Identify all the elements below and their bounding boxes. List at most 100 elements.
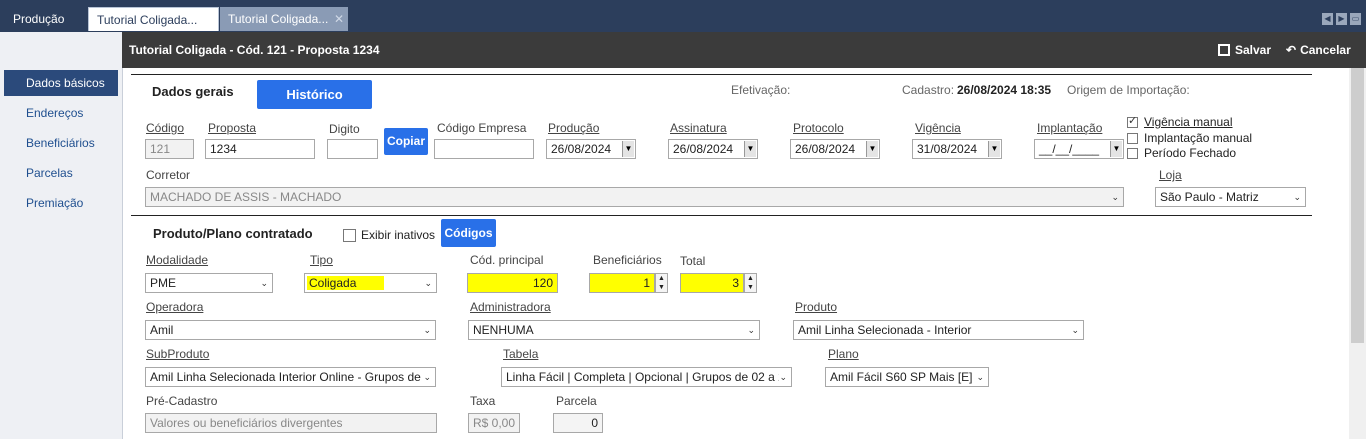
tab-label: Tutorial Coligada...	[228, 12, 329, 26]
proposta-field[interactable]: 1234	[205, 139, 315, 159]
sidebar-item-dados-basicos[interactable]: Dados básicos	[4, 70, 118, 96]
implantacao-label: Implantação	[1037, 121, 1103, 135]
producao-date-value: 26/08/2024	[551, 142, 612, 156]
tabela-label: Tabela	[503, 347, 539, 361]
historico-button[interactable]: Histórico	[257, 80, 372, 109]
window-titlebar: Tutorial Coligada - Cód. 121 - Proposta …	[122, 32, 1366, 68]
scroll-right-icon[interactable]: ▶	[1336, 13, 1347, 25]
modalidade-select[interactable]: PME ⌄	[145, 273, 273, 293]
cod-principal-field[interactable]: 120	[467, 273, 558, 293]
calendar-dropdown-icon[interactable]: ▼	[866, 141, 878, 157]
sidebar-item-parcelas[interactable]: Parcelas	[4, 160, 118, 186]
window-list-icon[interactable]: ▭	[1350, 13, 1361, 25]
parcela-label: Parcela	[556, 394, 597, 408]
protocolo-label: Protocolo	[793, 121, 844, 135]
tab-tutorial-coligada-active[interactable]: Tutorial Coligada...	[88, 7, 219, 31]
administradora-select[interactable]: NENHUMA ⌄	[468, 320, 760, 340]
vigencia-date-value: 31/08/2024	[917, 142, 978, 156]
calendar-dropdown-icon[interactable]: ▼	[744, 141, 756, 157]
plano-select[interactable]: Amil Fácil S60 SP Mais [E] ⌄	[825, 367, 989, 387]
save-label: Salvar	[1235, 43, 1272, 57]
cod-principal-label: Cód. principal	[470, 253, 544, 267]
vigencia-manual-checkbox[interactable]	[1127, 114, 1138, 128]
vigencia-date-field[interactable]: 31/08/2024 ▼	[912, 139, 1002, 159]
chevron-down-icon: ⌄	[747, 325, 755, 335]
taxa-field[interactable]: R$ 0,00	[468, 413, 520, 433]
exibir-inativos-label: Exibir inativos	[361, 228, 436, 242]
calendar-dropdown-icon[interactable]: ▼	[988, 141, 1000, 157]
subproduto-select[interactable]: Amil Linha Selecionada Interior Online -…	[145, 367, 436, 387]
implantacao-date-field[interactable]: __/__/____ ▼	[1034, 139, 1124, 159]
corretor-select[interactable]: MACHADO DE ASSIS - MACHADO ⌄	[145, 187, 1124, 207]
periodo-fechado-checkbox[interactable]	[1127, 148, 1138, 159]
chevron-down-icon: ⌄	[1293, 192, 1301, 202]
codigos-button[interactable]: Códigos	[441, 219, 496, 247]
total-label: Total	[680, 254, 706, 268]
sidebar-item-premiacao[interactable]: Premiação	[4, 190, 118, 216]
cadastro-label: Cadastro:	[902, 83, 955, 97]
cancel-button[interactable]: ↶ Cancelar	[1286, 41, 1351, 59]
tab-tutorial-coligada[interactable]: Tutorial Coligada... ✕	[220, 7, 348, 31]
chevron-down-icon: ⌄	[976, 372, 984, 382]
save-icon	[1218, 44, 1230, 56]
operadora-label: Operadora	[146, 300, 204, 314]
beneficiarios-field[interactable]: 1	[589, 273, 655, 293]
subproduto-label: SubProduto	[146, 347, 210, 361]
subproduto-value: Amil Linha Selecionada Interior Online -…	[150, 370, 421, 384]
codigo-field[interactable]: 121	[145, 139, 194, 159]
operadora-value: Amil	[150, 323, 174, 337]
tipo-select[interactable]: Coligada ⌄	[304, 273, 437, 293]
calendar-dropdown-icon[interactable]: ▼	[622, 141, 634, 157]
chevron-down-icon: ⌄	[423, 368, 431, 386]
cadastro-value: 26/08/2024 18:35	[957, 83, 1052, 97]
implantacao-manual-checkbox[interactable]	[1127, 133, 1138, 144]
scrollbar-thumb[interactable]	[1351, 68, 1364, 343]
tab-producao[interactable]: Produção	[5, 7, 72, 31]
precadastro-label: Pré-Cadastro	[146, 394, 218, 408]
efetivacao-label: Efetivação:	[731, 83, 791, 97]
administradora-value: NENHUMA	[473, 323, 534, 337]
chevron-down-icon: ⌄	[1111, 192, 1119, 202]
precadastro-field[interactable]: Valores ou beneficiários divergentes	[145, 413, 437, 433]
sidebar-item-enderecos[interactable]: Endereços	[4, 100, 118, 126]
plano-value: Amil Fácil S60 SP Mais [E]	[830, 370, 973, 384]
codigo-empresa-field[interactable]	[434, 139, 534, 159]
assinatura-label: Assinatura	[670, 121, 727, 135]
corretor-label: Corretor	[146, 168, 191, 182]
calendar-dropdown-icon[interactable]: ▼	[1110, 141, 1122, 157]
digito-field[interactable]	[327, 139, 378, 159]
plano-label: Plano	[828, 347, 859, 361]
save-button[interactable]: Salvar	[1218, 41, 1271, 59]
total-field[interactable]: 3	[680, 273, 744, 293]
produto-value: Amil Linha Selecionada - Interior	[798, 323, 972, 337]
divider	[131, 215, 1312, 216]
protocolo-date-field[interactable]: 26/08/2024 ▼	[790, 139, 880, 159]
loja-select[interactable]: São Paulo - Matriz ⌄	[1155, 187, 1306, 207]
implantacao-date-value: __/__/____	[1039, 142, 1100, 156]
tipo-value: Coligada	[307, 276, 385, 290]
close-icon[interactable]: ✕	[334, 7, 344, 31]
vigencia-label: Vigência	[915, 121, 961, 135]
copiar-button[interactable]: Copiar	[384, 128, 428, 155]
section-title-produto-plano: Produto/Plano contratado	[153, 226, 313, 241]
loja-label: Loja	[1159, 168, 1182, 182]
modalidade-value: PME	[150, 276, 177, 290]
protocolo-date-value: 26/08/2024	[795, 142, 856, 156]
periodo-fechado-label: Período Fechado	[1144, 146, 1237, 160]
assinatura-date-value: 26/08/2024	[673, 142, 734, 156]
chevron-down-icon: ⌄	[779, 368, 787, 386]
total-stepper[interactable]: ▲ ▼	[744, 273, 757, 293]
operadora-select[interactable]: Amil ⌄	[145, 320, 436, 340]
assinatura-date-field[interactable]: 26/08/2024 ▼	[668, 139, 758, 159]
parcela-field[interactable]: 0	[553, 413, 603, 433]
producao-date-field[interactable]: 26/08/2024 ▼	[546, 139, 636, 159]
tabela-select[interactable]: Linha Fácil | Completa | Opcional | Grup…	[501, 367, 792, 387]
origem-importacao-label: Origem de Importação:	[1067, 83, 1190, 97]
exibir-inativos-checkbox[interactable]	[343, 229, 356, 242]
produto-select[interactable]: Amil Linha Selecionada - Interior ⌄	[793, 320, 1084, 340]
scroll-left-icon[interactable]: ◀	[1322, 13, 1333, 25]
sidebar-item-beneficiarios[interactable]: Beneficiários	[4, 130, 118, 156]
chevron-down-icon: ⌄	[1071, 325, 1079, 335]
beneficiarios-stepper[interactable]: ▲ ▼	[655, 273, 668, 293]
section-title-dados-gerais: Dados gerais	[152, 84, 234, 99]
